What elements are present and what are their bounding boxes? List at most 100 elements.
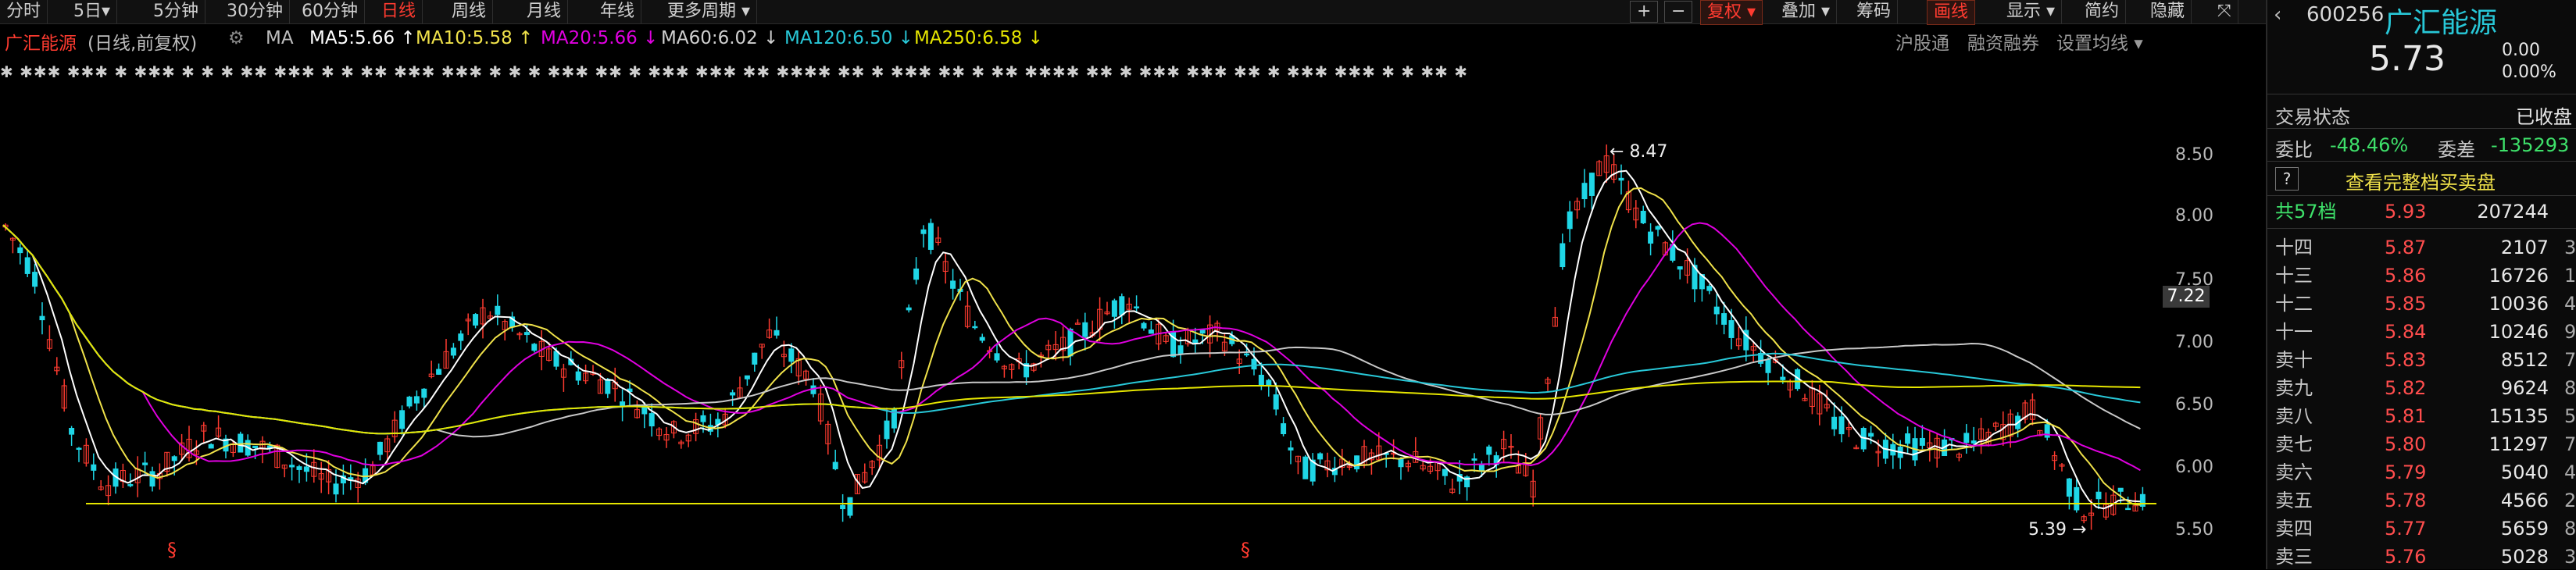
candle-body <box>149 471 155 487</box>
candle-body <box>473 314 479 326</box>
orderbook-level-row[interactable]: 卖四 5.77 5659 8 <box>2267 515 2576 542</box>
candle-body <box>788 348 795 362</box>
current-price-tag: 7.22 <box>2163 286 2210 308</box>
level-extra: 4 <box>2564 461 2576 483</box>
candle-body <box>1677 266 1683 270</box>
ma-label: MA <box>266 28 294 48</box>
period-tab-5day[interactable]: 5日▾ <box>67 0 118 23</box>
candle-body <box>413 396 420 404</box>
level-volume: 16726 <box>2488 265 2549 287</box>
candle-body <box>238 433 244 453</box>
orderbook-level-row[interactable]: 十三 5.86 16726 19 <box>2267 262 2576 289</box>
weibi-label: 委比 <box>2275 139 2313 161</box>
candle-body <box>1655 226 1661 230</box>
orderbook-level-row[interactable]: 十四 5.87 2107 3 <box>2267 234 2576 261</box>
stock-code: 600256 <box>2306 3 2385 27</box>
period-tab-5min[interactable]: 5分钟 <box>147 0 205 23</box>
level-extra: 2 <box>2564 490 2576 511</box>
orderbook-level-row[interactable]: 卖十 5.83 8512 7 <box>2267 347 2576 373</box>
candle-body <box>774 330 780 336</box>
level-label: 卖三 <box>2275 546 2313 568</box>
candle-body <box>847 497 853 516</box>
weibi-value: -48.46% <box>2330 134 2409 156</box>
orderbook-level-row[interactable]: 卖九 5.82 9624 8 <box>2267 375 2576 401</box>
y-tick: 6.00 <box>2175 458 2213 477</box>
level-price: 5.85 <box>2385 293 2427 315</box>
stock-title: 广汇能源 <box>2385 7 2498 39</box>
orderbook-level-row[interactable]: 卖八 5.81 15135 5 <box>2267 403 2576 429</box>
candle-body <box>1111 300 1117 317</box>
period-tab-weekly[interactable]: 周线 <box>445 0 494 23</box>
candle-body <box>2117 487 2124 492</box>
last-price: 5.73 <box>2369 39 2446 79</box>
level-extra: 5 <box>2564 405 2576 427</box>
simple-mode-button[interactable]: 简约 <box>2078 0 2127 23</box>
period-tab-yearly[interactable]: 年线 <box>594 0 642 23</box>
orderbook-level-row[interactable]: 卖七 5.80 11297 7 <box>2267 431 2576 458</box>
ma-settings-dropdown[interactable]: 设置均线 ▾ <box>2056 28 2143 55</box>
level-volume: 4566 <box>2500 490 2549 511</box>
overlay-dropdown[interactable]: 叠加 ▾ <box>1775 0 1838 23</box>
price-change-pct: 0.00% <box>2502 62 2556 82</box>
level-volume: 10246 <box>2488 321 2549 343</box>
period-tab-daily[interactable]: 日线 <box>375 0 423 23</box>
period-tab-30min[interactable]: 30分钟 <box>220 0 290 23</box>
zoom-out-button[interactable]: − <box>1664 1 1693 23</box>
settings-gear-icon[interactable]: ⚙ <box>228 28 245 48</box>
level-price: 5.84 <box>2385 321 2427 343</box>
margin-link[interactable]: 融资融券 <box>1967 28 2039 55</box>
period-tab-monthly[interactable]: 月线 <box>520 0 569 23</box>
orderbook-level-row[interactable]: 十一 5.84 10246 9 <box>2267 319 2576 345</box>
level-price: 5.77 <box>2385 518 2427 540</box>
event-mark[interactable]: § <box>167 539 177 561</box>
candlestick-chart[interactable] <box>0 78 2266 569</box>
candle-body <box>979 337 985 341</box>
candle-body <box>575 371 581 381</box>
orderbook-level-row[interactable]: 卖三 5.76 5028 3 <box>2267 543 2576 570</box>
stock-name: 广汇能源 <box>5 34 77 54</box>
weicha-value: -135293 <box>2491 134 2570 156</box>
hide-button[interactable]: 隐藏 <box>2144 0 2192 23</box>
candle-body <box>39 315 45 321</box>
candle-body <box>1963 433 1970 444</box>
candle-body <box>2139 493 2145 508</box>
draw-line-button[interactable]: 画线 <box>1927 0 1976 25</box>
y-tick: 5.50 <box>2175 520 2213 540</box>
orderbook-level-row[interactable]: 卖六 5.79 5040 4 <box>2267 459 2576 486</box>
candle-body <box>920 229 927 234</box>
chips-button[interactable]: 筹码 <box>1850 0 1899 23</box>
event-mark[interactable]: § <box>1241 539 1250 561</box>
back-chevron-icon[interactable]: ‹ <box>2274 3 2281 27</box>
zoom-in-button[interactable]: + <box>1630 1 1659 23</box>
candle-body <box>1581 183 1588 200</box>
orderbook-level-row[interactable]: 卖五 5.78 4566 2 <box>2267 487 2576 514</box>
expand-icon[interactable]: ⤧ <box>2211 0 2238 23</box>
period-tab-intraday[interactable]: 分时 <box>0 0 48 23</box>
candle-body <box>1831 416 1838 429</box>
level-label: 卖九 <box>2275 377 2313 399</box>
orderbook-level-row[interactable]: 十二 5.85 10036 4 <box>2267 290 2576 317</box>
ma20-value: MA20:5.66 ↓ <box>541 28 659 48</box>
candle-body <box>333 483 339 495</box>
hk-connect-link[interactable]: 沪股通 <box>1895 28 1949 55</box>
more-periods-dropdown[interactable]: 更多周期 ▾ <box>661 0 758 23</box>
level-volume: 5659 <box>2500 518 2549 540</box>
display-dropdown[interactable]: 显示 ▾ <box>2000 0 2063 23</box>
candle-body <box>406 397 413 407</box>
candle-body <box>1317 453 1324 460</box>
candle-body <box>1067 329 1074 357</box>
total-label: 共57档 <box>2275 201 2337 223</box>
adjust-dropdown[interactable]: 复权 ▾ <box>1700 0 1763 25</box>
candle-body <box>840 504 846 510</box>
candles-group <box>2 144 2145 530</box>
candle-body <box>744 375 750 379</box>
level-volume: 11297 <box>2488 433 2549 455</box>
period-tab-60min[interactable]: 60分钟 <box>295 0 365 23</box>
chart-mode: (日线,前复权) <box>88 34 198 54</box>
high-label: ← 8.47 <box>1610 142 1668 162</box>
candle-body <box>1354 455 1360 470</box>
view-full-orderbook-link[interactable]: 查看完整档买卖盘 <box>2346 167 2496 194</box>
level-price: 5.81 <box>2385 405 2427 427</box>
help-icon[interactable]: ? <box>2275 167 2299 191</box>
candle-body <box>648 413 655 427</box>
